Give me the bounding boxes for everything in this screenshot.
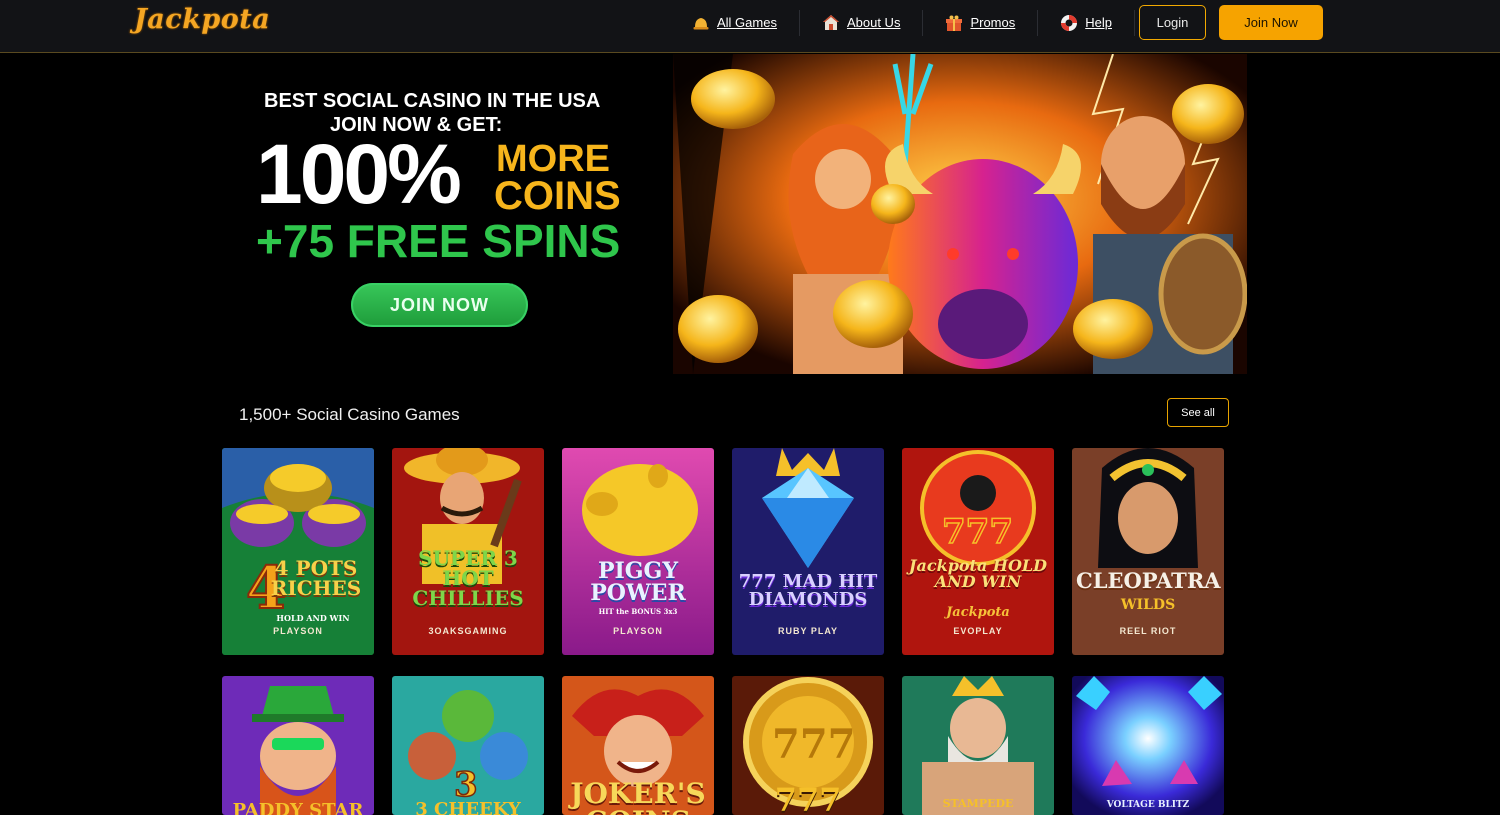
game-title: 777 COINS — [774, 781, 842, 815]
top-navbar: Jackpota All Games About Us Promos Help — [0, 0, 1500, 53]
bell-icon — [692, 14, 710, 32]
hero-join-now-button[interactable]: JOIN NOW — [351, 283, 528, 327]
svg-text:777: 777 — [942, 512, 1013, 552]
game-tile-4-pots-riches[interactable]: 4 4 POTS RICHES HOLD AND WIN PLAYSON — [222, 448, 374, 655]
game-provider: 3OAKSGAMING — [428, 626, 508, 636]
hero-free-spins: +75 FREE SPINS — [256, 215, 621, 267]
game-tile-stampede[interactable]: STAMPEDE — [902, 676, 1054, 815]
game-tile-jackpota-hold-and-win[interactable]: 777 Jackpota HOLD AND WIN Jackpota EVOPL… — [902, 448, 1054, 655]
join-now-button[interactable]: Join Now — [1219, 5, 1323, 40]
lifebuoy-icon — [1060, 14, 1078, 32]
nav-help[interactable]: Help — [1038, 9, 1135, 36]
nav-about-us[interactable]: About Us — [800, 9, 924, 36]
gift-icon — [945, 14, 963, 32]
games-section-title: 1,500+ Social Casino Games — [239, 405, 460, 424]
nav-promos-label: Promos — [970, 15, 1016, 30]
nav-about-us-label: About Us — [846, 15, 901, 30]
game-title: VOLTAGE BLITZ — [1106, 800, 1190, 810]
game-tile-paddy-star[interactable]: PADDY STAR — [222, 676, 374, 815]
game-tile-mad-hit-diamonds[interactable]: 777 MAD HIT DIAMONDS RUBY PLAY — [732, 448, 884, 655]
game-title: 777 MAD HIT DIAMONDS — [738, 571, 878, 610]
game-provider: EVOPLAY — [953, 626, 1003, 636]
game-title: Jackpota HOLD AND WIN — [908, 556, 1048, 591]
game-provider: PLAYSON — [613, 626, 663, 636]
game-title: 4 POTS RICHES — [270, 556, 362, 600]
nav-promos[interactable]: Promos — [923, 9, 1039, 36]
home-icon — [822, 14, 840, 32]
nav-all-games[interactable]: All Games — [670, 9, 800, 36]
svg-text:777: 777 — [772, 721, 856, 768]
see-all-button[interactable]: See all — [1167, 398, 1229, 427]
hero-more: MORE — [496, 138, 610, 180]
game-subtitle: WILDS — [1120, 597, 1176, 613]
game-subtitle: HIT the BONUS 3x3 — [598, 607, 678, 616]
main-nav: All Games About Us Promos Help — [670, 0, 1135, 45]
game-tile-777-coins[interactable]: 777 777 COINS — [732, 676, 884, 815]
nav-all-games-label: All Games — [717, 15, 777, 30]
game-tile-cleopatra-wilds[interactable]: CLEOPATRA WILDS REEL RIOT — [1072, 448, 1224, 655]
game-title: SUPER 3 HOT CHILLIES — [412, 546, 524, 610]
game-title: PADDY STAR — [232, 800, 364, 815]
game-title: JOKER'S COINS — [570, 777, 706, 815]
game-tile-super-3-hot-chillies[interactable]: SUPER 3 HOT CHILLIES 3OAKSGAMING — [392, 448, 544, 655]
game-tile-voltage-blitz[interactable]: VOLTAGE BLITZ — [1072, 676, 1224, 815]
nav-help-label: Help — [1085, 15, 1112, 30]
jackpota-logo[interactable]: Jackpota — [134, 4, 270, 35]
hero-percentage: 100% — [256, 127, 462, 221]
login-button[interactable]: Login — [1139, 5, 1206, 40]
game-subtitle: HOLD AND WIN — [276, 613, 350, 623]
game-tile-jokers-coins[interactable]: JOKER'S COINS — [562, 676, 714, 815]
hero-banner-image[interactable] — [673, 54, 1247, 374]
game-title: STAMPEDE — [942, 797, 1014, 810]
game-title: CLEOPATRA — [1076, 568, 1221, 593]
game-provider: PLAYSON — [273, 626, 323, 636]
hero-tagline: BEST SOCIAL CASINO IN THE USA — [264, 90, 601, 112]
game-provider: REEL RIOT — [1119, 626, 1177, 636]
game-provider: RUBY PLAY — [777, 626, 839, 636]
game-title: PIGGY POWER — [590, 558, 686, 606]
game-tile-3-cheeky[interactable]: 3 3 CHEEKY — [392, 676, 544, 815]
game-title: 3 CHEEKY — [415, 799, 521, 815]
game-tile-piggy-power[interactable]: PIGGY POWER HIT the BONUS 3x3 PLAYSON — [562, 448, 714, 655]
hero-coins: COINS — [494, 174, 621, 218]
game-subtitle: Jackpota — [946, 605, 1010, 620]
